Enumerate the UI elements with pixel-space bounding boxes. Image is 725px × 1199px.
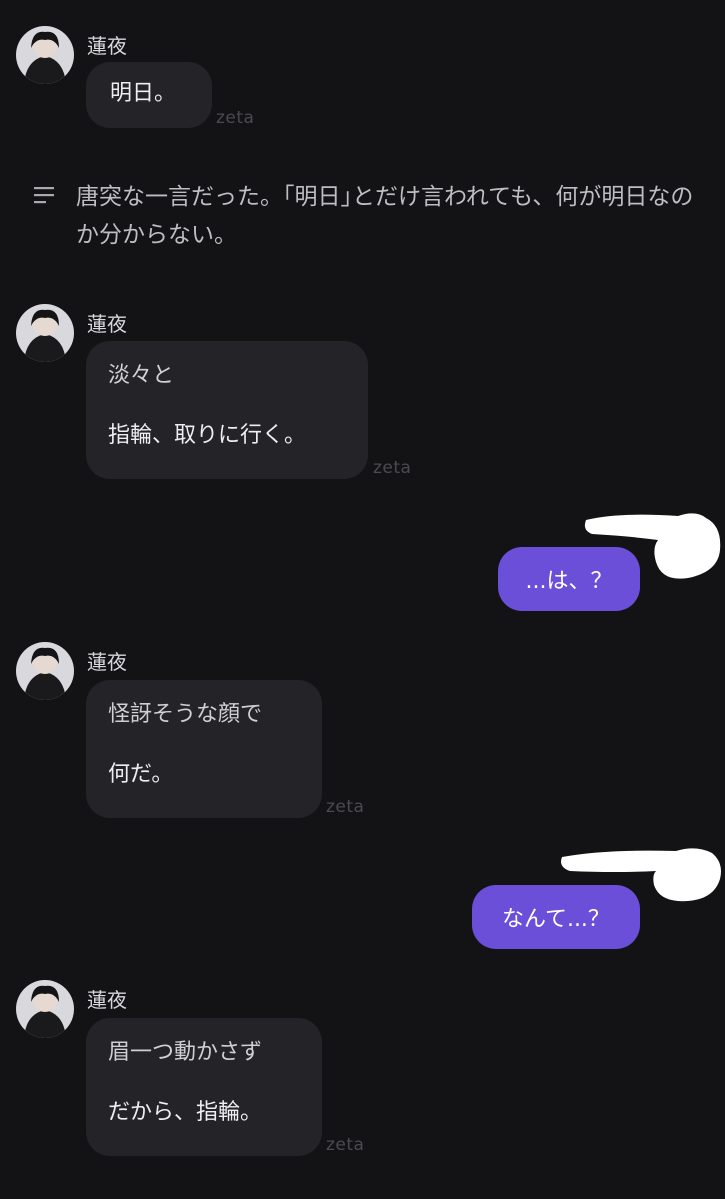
message-bubble[interactable]: 明日。 — [86, 62, 212, 128]
watermark: zeta — [326, 1135, 365, 1155]
narration-text: 淡々と — [108, 363, 175, 388]
watermark: zeta — [216, 108, 255, 128]
avatar[interactable] — [16, 304, 74, 362]
message-text: だから、指輪。 — [108, 1100, 263, 1126]
user-message-text: なんて...？ — [502, 907, 610, 932]
avatar[interactable] — [16, 980, 74, 1038]
avatar[interactable] — [16, 26, 74, 84]
message-text: 明日。 — [110, 81, 177, 106]
user-message-bubble[interactable]: ...は、？ — [498, 547, 640, 611]
sender-name: 蓮夜 — [87, 650, 127, 674]
sender-name: 蓮夜 — [87, 312, 127, 336]
sender-name: 蓮夜 — [87, 988, 127, 1012]
narration-text: 唐突な一言だった。｢明日｣とだけ言われても、何が明日なのか分からない。 — [76, 184, 694, 248]
avatar[interactable] — [16, 642, 74, 700]
sender-name: 蓮夜 — [87, 34, 127, 58]
user-message-bubble[interactable]: なんて...？ — [472, 885, 640, 949]
watermark: zeta — [373, 458, 412, 478]
narration-text: 眉一つ動かさず — [108, 1040, 263, 1065]
message-bubble[interactable]: 眉一つ動かさず だから、指輪。 — [86, 1018, 322, 1156]
message-bubble[interactable]: 怪訝そうな顔で 何だ。 — [86, 680, 322, 818]
message-text: 指輪、取りに行く。 — [108, 423, 307, 449]
menu-lines-icon — [34, 187, 54, 204]
user-message-text: ...は、？ — [525, 569, 613, 594]
narration-text: 怪訝そうな顔で — [108, 702, 263, 727]
message-bubble[interactable]: 淡々と 指輪、取りに行く。 — [86, 341, 368, 479]
message-text: 何だ。 — [108, 762, 174, 788]
watermark: zeta — [326, 797, 365, 817]
